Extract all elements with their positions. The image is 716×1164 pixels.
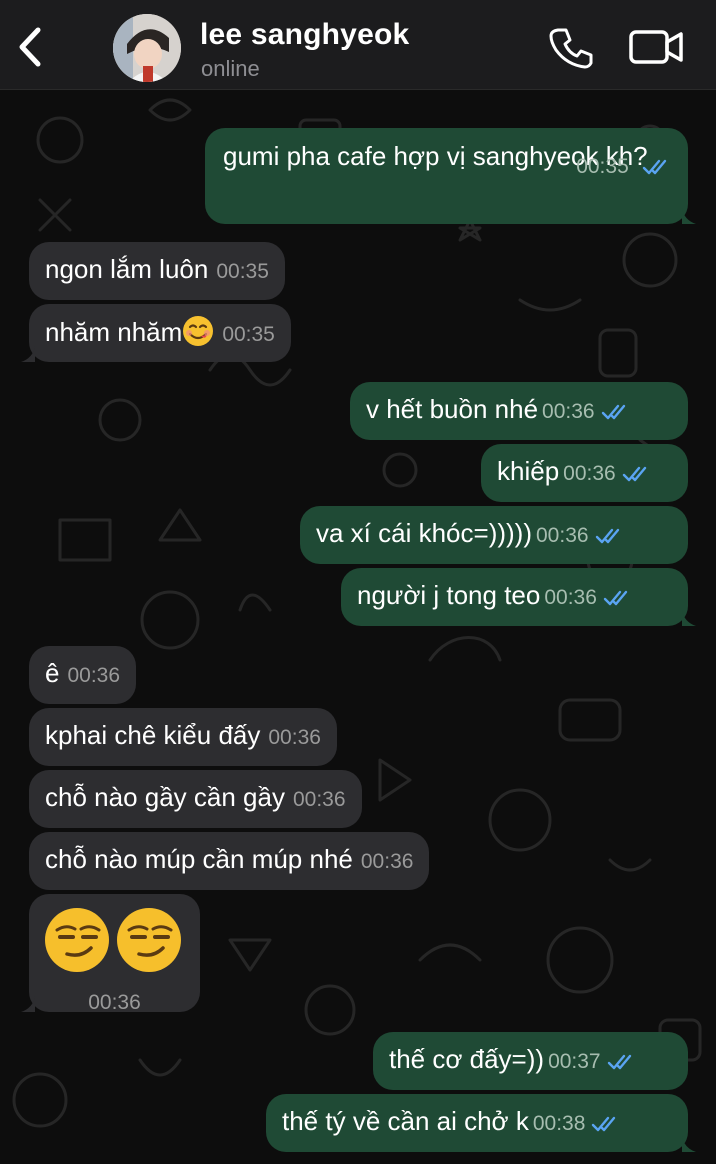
message-text: nhăm nhăm	[45, 317, 183, 347]
video-camera-icon	[629, 30, 683, 64]
message-time: 00:36	[88, 991, 141, 1014]
avatar-image	[113, 14, 181, 82]
message-incoming[interactable]: 00:36	[21, 894, 200, 1014]
bubble-tail	[682, 610, 696, 626]
message-list[interactable]: gumi pha cafe hợp vị sanghyeok kh? 00:35…	[0, 90, 716, 1164]
bubble-tail	[682, 1136, 696, 1152]
message-outgoing[interactable]: va xí cái khóc=))))) 00:36	[300, 506, 688, 564]
message-time: 00:36	[67, 664, 121, 687]
message-text: thế cơ đấy=))	[389, 1044, 545, 1074]
message-incoming[interactable]: chỗ nào gầy cần gầy 00:36	[29, 770, 362, 828]
emoji-row	[43, 906, 186, 978]
message-time: 00:35	[222, 323, 275, 346]
double-check-icon	[595, 528, 619, 544]
voice-call-button[interactable]	[548, 24, 594, 70]
message-outgoing[interactable]: v hết buồn nhé 00:36	[350, 382, 688, 440]
message-time: 00:36	[544, 586, 597, 609]
chat-screen: lee sanghyeok online gumi pha cafe hợp v…	[0, 0, 716, 1164]
message-text: thế tý về cần ai chở k	[282, 1106, 529, 1136]
message-time: 00:37	[548, 1050, 601, 1073]
message-time: 00:35	[576, 154, 629, 178]
double-check-icon	[622, 466, 646, 482]
message-time: 00:36	[536, 524, 589, 547]
contact-name[interactable]: lee sanghyeok	[200, 18, 409, 52]
message-time: 00:36	[563, 462, 616, 485]
message-text: người j tong teo	[357, 580, 541, 610]
back-button[interactable]	[10, 22, 54, 72]
double-check-icon	[592, 1116, 616, 1132]
message-incoming[interactable]: ê 00:36	[29, 646, 137, 704]
message-text: ê	[45, 658, 60, 688]
double-check-icon	[603, 590, 628, 606]
message-text: ngon lắm luôn	[45, 254, 209, 284]
message-time: 00:36	[292, 788, 346, 811]
contact-avatar[interactable]	[113, 14, 181, 82]
message-incoming[interactable]: kphai chê kiểu đấy 00:36	[29, 708, 337, 766]
message-time: 00:36	[360, 850, 414, 873]
message-time: 00:36	[542, 400, 595, 423]
message-time: 00:35	[216, 260, 269, 283]
message-outgoing[interactable]: thế cơ đấy=)) 00:37	[373, 1032, 688, 1090]
message-time: 00:38	[532, 1112, 586, 1135]
yum-face-emoji	[183, 316, 214, 346]
double-check-icon	[607, 1054, 631, 1070]
chevron-left-icon	[19, 27, 41, 67]
phone-icon	[549, 28, 593, 69]
message-outgoing[interactable]: gumi pha cafe hợp vị sanghyeok kh? 00:35	[205, 128, 696, 224]
smirk-face-emoji	[117, 908, 181, 972]
bubble-tail	[21, 996, 35, 1012]
message-time: 00:36	[268, 726, 321, 749]
message-incoming[interactable]: chỗ nào múp cần múp nhé 00:36	[29, 832, 430, 890]
message-text: va xí cái khóc=)))))	[316, 518, 532, 548]
message-text: v hết buồn nhé	[366, 394, 539, 424]
message-text: chỗ nào gầy cần gầy	[45, 782, 285, 812]
message-incoming[interactable]: ngon lắm luôn 00:35	[29, 242, 285, 300]
message-text: khiếp	[497, 456, 560, 486]
video-call-button[interactable]	[628, 26, 686, 68]
bubble-tail	[21, 346, 35, 362]
smirk-face-emoji	[45, 908, 109, 972]
contact-status: online	[201, 56, 260, 81]
message-outgoing[interactable]: người j tong teo 00:36	[341, 568, 696, 626]
message-text: chỗ nào múp cần múp nhé	[45, 844, 353, 874]
message-outgoing[interactable]: thế tý về cần ai chở k 00:38	[266, 1094, 696, 1152]
double-check-icon	[601, 404, 625, 420]
message-outgoing[interactable]: khiếp 00:36	[481, 444, 688, 502]
message-incoming[interactable]: nhăm nhăm 00:35	[21, 304, 291, 362]
chat-header: lee sanghyeok online	[0, 0, 716, 90]
message-text: kphai chê kiểu đấy	[45, 720, 261, 750]
double-check-icon	[642, 159, 667, 174]
bubble-tail	[682, 208, 696, 224]
